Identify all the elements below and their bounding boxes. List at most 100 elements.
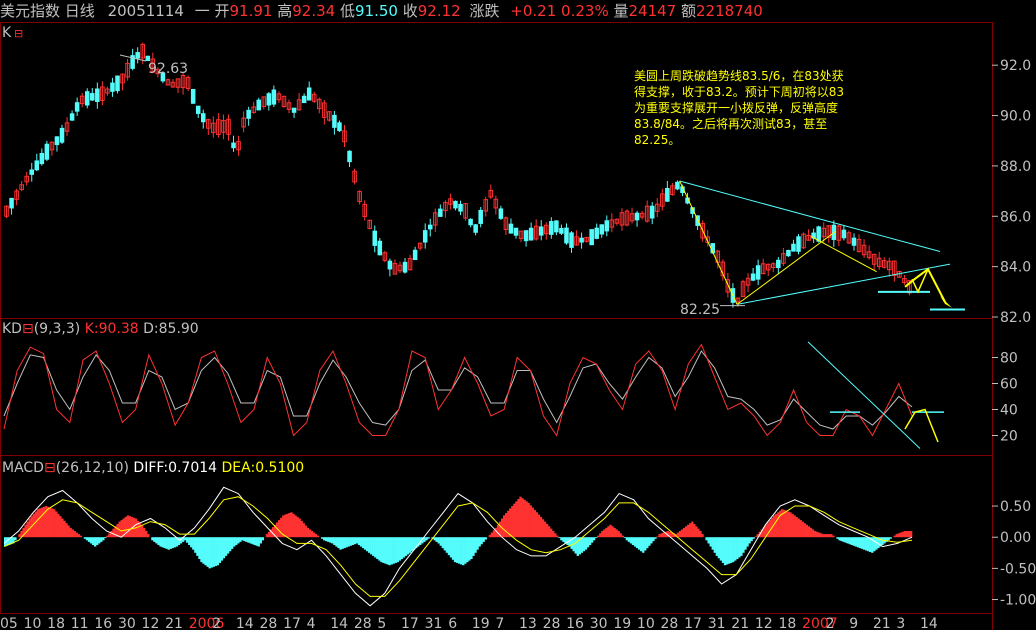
macd-hist-bar	[376, 537, 379, 560]
candle-body	[291, 107, 297, 113]
high-marker-label: 92.63	[148, 61, 188, 77]
macd-hist-bar	[715, 537, 719, 556]
macd-hist-bar	[441, 537, 444, 549]
macd-hist-bar	[198, 537, 201, 560]
macd-hist-bar	[505, 513, 508, 538]
macd-hist-bar	[308, 529, 312, 538]
macd-hist-bar	[558, 537, 561, 538]
macd-hist-bar	[905, 530, 909, 538]
macd-hist-bar	[560, 537, 563, 541]
macd-hist-bar	[204, 537, 207, 566]
macd-hist-bar	[525, 501, 528, 538]
macd-hist-bar	[660, 533, 663, 538]
macd-hist-bar	[787, 511, 790, 538]
x-tick-label: 31	[708, 616, 726, 630]
x-tick-label: 5	[377, 616, 386, 630]
macd-hist-bar	[867, 537, 870, 552]
macd-hist-bar	[143, 527, 146, 538]
macd-hist-bar	[817, 532, 821, 538]
macd-hist-bar	[173, 537, 177, 548]
macd-hist-bar	[212, 537, 215, 567]
macd-hist-bar	[842, 537, 845, 542]
macd-hist-bar	[627, 537, 631, 542]
macd-hist-bar	[482, 537, 485, 542]
macd-hist-bar	[278, 520, 281, 538]
macd-hist-bar	[502, 515, 506, 538]
macd-hist-bar	[370, 537, 373, 555]
macd-hist-bar	[208, 537, 211, 569]
macd-hist-bar	[83, 537, 87, 539]
annotation-line: 83.8/84。之后将再次测试83，甚至	[634, 116, 827, 131]
candle-body	[84, 91, 90, 106]
macd-hist-bar	[509, 508, 512, 538]
macd-hist-bar	[552, 530, 555, 538]
stock-chart[interactable]: 82.0 84.0 86.0 88.0 90.0 92.0 92.63 82.25 20 40 6…	[0, 0, 1036, 630]
macd-hist-bar	[811, 529, 815, 538]
macd-hist-bar	[864, 537, 868, 551]
macd-hist-bar	[740, 537, 743, 556]
candle-body	[347, 150, 352, 163]
x-tick-label: 14	[330, 616, 348, 630]
candle-body	[776, 259, 781, 269]
macd-hist-bar	[314, 534, 318, 538]
macd-hist-bar	[235, 537, 238, 545]
panel-border	[0, 318, 993, 456]
macd-hist-bar	[611, 526, 614, 538]
candle-body	[59, 127, 65, 143]
y-tick-label: 86.0	[1000, 209, 1031, 225]
macd-hist-bar	[470, 537, 473, 560]
macd-hist-bar	[347, 537, 350, 547]
macd-hist-bar	[633, 537, 637, 547]
macd-hist-bar	[793, 515, 796, 538]
macd-hist-bar	[394, 537, 397, 563]
macd-hist-bar	[801, 521, 804, 538]
macd-hist-bar	[437, 537, 440, 544]
x-tick-label: 18	[778, 616, 796, 630]
macd-hist-bar	[742, 537, 745, 553]
macd-hist-bar	[89, 537, 93, 544]
macd-hist-bar	[854, 537, 858, 547]
macd-hist-bar	[909, 530, 913, 538]
macd-hist-bar	[253, 537, 256, 545]
x-tick-label: 30	[590, 616, 608, 630]
macd-hist-bar	[705, 537, 708, 541]
macd-hist-bar	[830, 534, 833, 538]
macd-hist-bar	[738, 537, 741, 558]
macd-hist-bar	[206, 537, 209, 567]
macd-hist-bar	[539, 516, 543, 538]
macd-hist-bar	[85, 537, 89, 541]
macd-hist-bar	[106, 535, 109, 538]
macd-hist-bar	[300, 520, 303, 538]
yellow-trendline-b	[736, 230, 836, 305]
macd-hist-bar	[826, 534, 829, 538]
x-tick-label: 11	[71, 616, 89, 630]
macd-hist-bar	[828, 534, 831, 538]
macd-hist-bar	[621, 535, 624, 538]
macd-hist-bar	[161, 537, 164, 548]
macd-hist-bar	[840, 537, 843, 542]
macd-hist-bar	[24, 524, 27, 538]
macd-hist-bar	[458, 537, 461, 564]
macd-hist-bar	[233, 537, 236, 547]
macd-hist-bar	[91, 537, 95, 545]
x-tick-label: 21	[873, 616, 891, 630]
macd-hist-bar	[243, 537, 246, 542]
macd-hist-bar	[257, 537, 260, 547]
macd-hist-bar	[167, 537, 170, 550]
x-tick-label: 6	[448, 616, 457, 630]
macd-hist-bar	[701, 534, 704, 538]
candle-body	[791, 243, 796, 252]
macd-hist-bar	[535, 512, 539, 538]
macd-hist-bar	[631, 537, 635, 545]
macd-hist-bar	[192, 537, 195, 550]
macd-hist-bar	[333, 537, 336, 545]
macd-hist-bar	[580, 537, 584, 553]
x-tick-label: 30	[118, 616, 136, 630]
macd-panel: -1.00 -0.50 0.00 0.50	[3, 486, 1036, 609]
macd-hist-bar	[216, 537, 220, 566]
macd-hist-bar	[427, 537, 430, 539]
candle-body	[473, 224, 478, 233]
candle-body	[796, 236, 801, 252]
candle-body	[675, 181, 680, 190]
panel-labels: K ⊟ KD⊟(9,3,3) K:90.38 D:85.90 MACD⊟(26,12,…	[2, 25, 304, 476]
